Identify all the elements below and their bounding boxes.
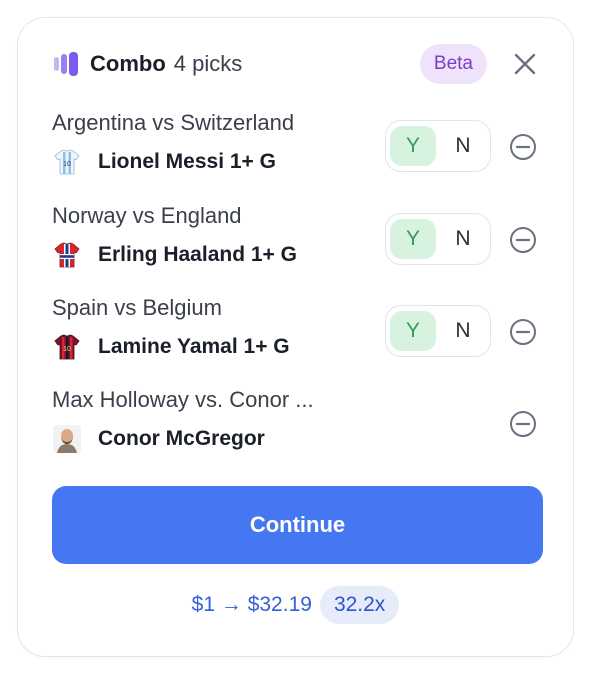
yes-button[interactable]: Y [390, 311, 436, 351]
yes-no-toggle: Y N [385, 120, 491, 172]
combo-card: Combo 4 picks Beta Argentina vs Switzerl… [17, 17, 574, 657]
remove-pick-icon[interactable] [509, 226, 537, 254]
pick-row: Norway vs England Erling Haaland 1+ G Y … [52, 203, 539, 283]
multiplier-badge: 32.2x [319, 586, 400, 624]
remove-pick-icon[interactable] [509, 318, 537, 346]
norway-jersey-icon [52, 240, 82, 270]
yes-button[interactable]: Y [390, 126, 436, 166]
player-name: Conor McGregor [98, 427, 265, 450]
combo-title: Combo [90, 51, 166, 76]
yes-no-toggle: Y N [385, 305, 491, 357]
match-label: Argentina vs Switzerland [52, 110, 295, 135]
payout-summary: $1 → $32.19 32.2x [18, 586, 573, 624]
player-name: Lamine Yamal 1+ G [98, 335, 290, 358]
close-icon[interactable] [511, 50, 539, 78]
yes-no-toggle: Y N [385, 213, 491, 265]
svg-text:10: 10 [63, 161, 71, 168]
no-button[interactable]: N [440, 219, 486, 259]
no-button[interactable]: N [440, 311, 486, 351]
pick-row: Max Holloway vs. Conor ... Conor McGrego… [52, 387, 539, 467]
match-label: Norway vs England [52, 203, 242, 228]
continue-button[interactable]: Continue [52, 486, 543, 564]
beta-badge: Beta [419, 44, 487, 84]
picks-count: 4 picks [173, 51, 243, 76]
svg-text:10: 10 [63, 346, 71, 353]
match-label: Spain vs Belgium [52, 295, 222, 320]
remove-pick-icon[interactable] [509, 410, 537, 438]
pick-row: Argentina vs Switzerland 10 Lionel Messi… [52, 110, 539, 190]
player-name: Lionel Messi 1+ G [98, 150, 276, 173]
pick-row: Spain vs Belgium 10 Lamine Yamal 1+ G Y … [52, 295, 539, 375]
player-name: Erling Haaland 1+ G [98, 243, 297, 266]
fighter-portrait-icon [52, 424, 82, 454]
no-button[interactable]: N [440, 126, 486, 166]
payout-text: $1 → $32.19 [191, 593, 312, 616]
remove-pick-icon[interactable] [509, 133, 537, 161]
argentina-jersey-icon: 10 [52, 147, 82, 177]
combo-header: Combo 4 picks Beta [52, 44, 539, 84]
match-label: Max Holloway vs. Conor ... [52, 387, 314, 412]
barcelona-jersey-icon: 10 [52, 332, 82, 362]
yes-button[interactable]: Y [390, 219, 436, 259]
combo-logo-icon [54, 52, 78, 76]
